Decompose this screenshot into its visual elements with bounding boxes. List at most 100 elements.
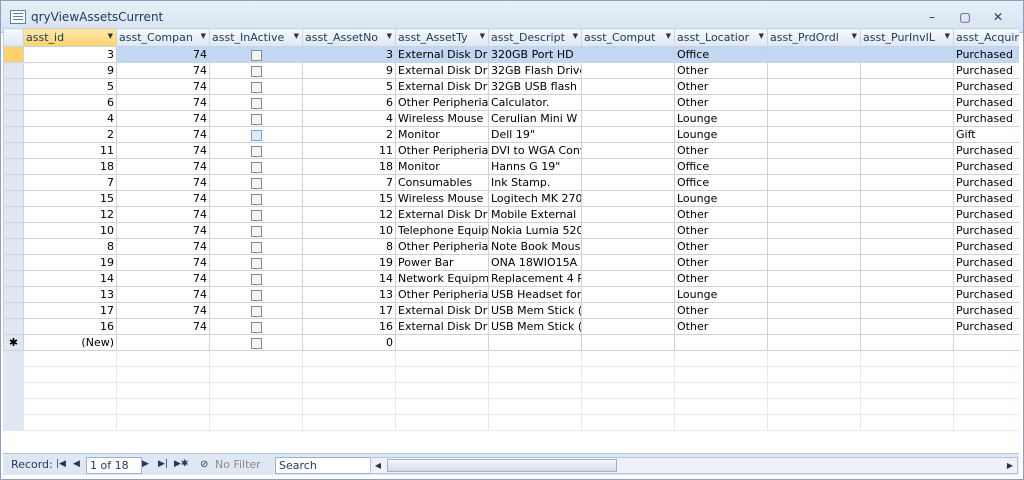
cell-assetno[interactable]: 12 <box>302 206 396 223</box>
cell-company[interactable]: 74 <box>116 254 210 271</box>
close-button[interactable]: ✕ <box>987 8 1009 26</box>
cell-type[interactable]: Other Peripheria <box>395 286 489 303</box>
cell-pur[interactable] <box>860 126 954 143</box>
cell-prd[interactable] <box>767 302 861 319</box>
cell-loc[interactable]: Lounge <box>674 126 768 143</box>
cell-acq[interactable]: Purchased <box>953 286 1019 303</box>
inactive-checkbox-cell[interactable] <box>209 206 303 223</box>
cell-assetno[interactable]: 19 <box>302 254 396 271</box>
new-row-id[interactable]: (New) <box>23 334 117 351</box>
cell-loc[interactable]: Office <box>674 158 768 175</box>
cell-loc[interactable]: Other <box>674 222 768 239</box>
cell-prd[interactable] <box>767 94 861 111</box>
cell-id[interactable]: 19 <box>23 254 117 271</box>
cell-company[interactable]: 74 <box>116 286 210 303</box>
cell-pur[interactable] <box>860 78 954 95</box>
cell-company[interactable]: 74 <box>116 222 210 239</box>
cell-type[interactable]: Other Peripheria <box>395 238 489 255</box>
cell-desc[interactable]: 32GB Flash Drive <box>488 62 582 79</box>
row-selector[interactable] <box>3 46 24 63</box>
cell-assetno[interactable]: 8 <box>302 238 396 255</box>
table-row[interactable]: 13 74 13 Other Peripheria USB Headset for Lou… <box>3 286 1019 303</box>
cell-pur[interactable] <box>860 238 954 255</box>
search-input[interactable]: Search <box>275 457 371 474</box>
inactive-checkbox[interactable] <box>250 209 262 221</box>
cell-acq[interactable]: Purchased <box>953 302 1019 319</box>
new-row-marker[interactable]: ✱ <box>3 334 24 351</box>
cell-acq[interactable]: Purchased <box>953 222 1019 239</box>
new-record-button[interactable]: ▶✱ <box>174 457 188 472</box>
cell-desc[interactable]: ONA 18WIO15A <box>488 254 582 271</box>
inactive-checkbox[interactable] <box>250 193 262 205</box>
inactive-checkbox[interactable] <box>250 65 262 77</box>
cell-id[interactable]: 16 <box>23 318 117 335</box>
cell-prd[interactable] <box>767 142 861 159</box>
table-row[interactable]: 11 74 11 Other Peripheria DVI to WGA Conv Oth… <box>3 142 1019 159</box>
cell-prd[interactable] <box>767 286 861 303</box>
cell-pur[interactable] <box>860 110 954 127</box>
cell-assetno[interactable]: 9 <box>302 62 396 79</box>
inactive-checkbox-cell[interactable] <box>209 78 303 95</box>
cell-desc[interactable]: Dell 19" <box>488 126 582 143</box>
restore-button[interactable]: ▢ <box>954 8 976 26</box>
cell-comp[interactable] <box>581 206 675 223</box>
column-header[interactable]: asst_Locatior ▼ <box>674 28 768 47</box>
inactive-checkbox-cell[interactable] <box>209 126 303 143</box>
row-selector[interactable] <box>3 62 24 79</box>
cell-loc[interactable]: Other <box>674 318 768 335</box>
cell-comp[interactable] <box>581 286 675 303</box>
cell-comp[interactable] <box>581 222 675 239</box>
cell-assetno[interactable]: 10 <box>302 222 396 239</box>
cell-company[interactable]: 74 <box>116 270 210 287</box>
cell-prd[interactable] <box>767 174 861 191</box>
cell-pur[interactable] <box>860 254 954 271</box>
cell-acq[interactable]: Purchased <box>953 174 1019 191</box>
inactive-checkbox[interactable] <box>250 97 262 109</box>
cell-type[interactable]: Wireless Mouse <box>395 110 489 127</box>
cell-type[interactable]: Wireless Mouse <box>395 190 489 207</box>
inactive-checkbox[interactable] <box>250 225 262 237</box>
dropdown-arrow-icon[interactable]: ▼ <box>108 32 113 40</box>
dropdown-arrow-icon[interactable]: ▼ <box>480 32 485 40</box>
cell-type[interactable]: External Disk Dr <box>395 206 489 223</box>
column-header[interactable]: asst_Comput ▼ <box>581 28 675 47</box>
cell-type[interactable]: Other Peripheria <box>395 142 489 159</box>
cell-loc[interactable]: Lounge <box>674 286 768 303</box>
cell-desc[interactable]: 320GB Port HD <box>488 46 582 63</box>
cell-acq[interactable]: Purchased <box>953 270 1019 287</box>
prev-record-button[interactable]: ◀ <box>73 457 80 472</box>
cell-pur[interactable] <box>860 174 954 191</box>
cell-desc[interactable]: USB Mem Stick (I <box>488 302 582 319</box>
cell-prd[interactable] <box>767 158 861 175</box>
table-row[interactable]: 5 74 5 External Disk Dr 32GB USB flash I Othe… <box>3 78 1019 95</box>
table-row[interactable]: 4 74 4 Wireless Mouse Cerulian Mini W Lounge P… <box>3 110 1019 127</box>
row-selector[interactable] <box>3 318 24 335</box>
table-row[interactable]: 10 74 10 Telephone Equip Nokia Lumia 520 Othe… <box>3 222 1019 239</box>
select-all-corner[interactable] <box>3 28 24 47</box>
inactive-checkbox-cell[interactable] <box>209 318 303 335</box>
row-selector[interactable] <box>3 174 24 191</box>
cell-acq[interactable]: Purchased <box>953 94 1019 111</box>
cell-assetno[interactable]: 3 <box>302 46 396 63</box>
inactive-checkbox-cell[interactable] <box>209 46 303 63</box>
cell-acq[interactable]: Gift <box>953 126 1019 143</box>
table-row[interactable]: 9 74 9 External Disk Dr 32GB Flash Drive Othe… <box>3 62 1019 79</box>
cell-comp[interactable] <box>581 174 675 191</box>
cell-id[interactable]: 7 <box>23 174 117 191</box>
column-header[interactable]: asst_InActive ▼ <box>209 28 303 47</box>
cell-desc[interactable]: Nokia Lumia 520 <box>488 222 582 239</box>
empty-cell[interactable] <box>860 334 954 351</box>
record-position-input[interactable]: 1 of 18 <box>86 457 142 474</box>
cell-prd[interactable] <box>767 78 861 95</box>
cell-desc[interactable]: Calculator. <box>488 94 582 111</box>
cell-company[interactable]: 74 <box>116 94 210 111</box>
inactive-checkbox[interactable] <box>250 305 262 317</box>
cell-company[interactable]: 74 <box>116 126 210 143</box>
cell-type[interactable]: Network Equipm <box>395 270 489 287</box>
cell-acq[interactable]: Purchased <box>953 190 1019 207</box>
cell-id[interactable]: 2 <box>23 126 117 143</box>
cell-type[interactable]: External Disk Dr <box>395 302 489 319</box>
dropdown-arrow-icon[interactable]: ▼ <box>666 32 671 40</box>
cell-comp[interactable] <box>581 126 675 143</box>
no-filter-button[interactable]: No Filter <box>215 457 261 472</box>
